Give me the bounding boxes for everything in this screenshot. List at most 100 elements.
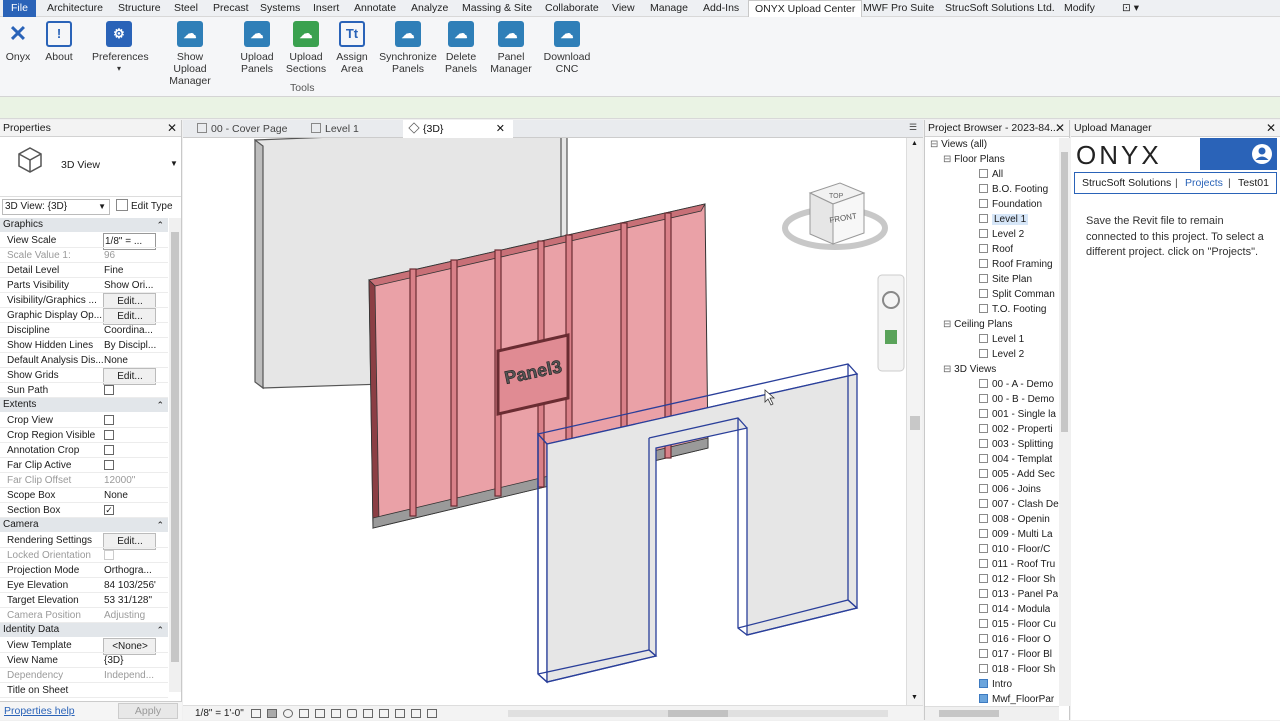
properties-scrollbar[interactable] bbox=[169, 218, 181, 692]
browser-item[interactable]: ⊟ Views (all) bbox=[930, 137, 987, 152]
scrollbar-thumb[interactable] bbox=[668, 710, 728, 717]
browser-item[interactable]: 007 - Clash De bbox=[979, 497, 1059, 512]
property-row[interactable]: Projection Mode Orthogra... bbox=[0, 563, 168, 578]
property-row[interactable]: Scope Box None bbox=[0, 488, 168, 503]
browser-item[interactable]: All bbox=[979, 167, 1003, 182]
projects-link[interactable]: Projects bbox=[1185, 173, 1223, 193]
section-header-graphics[interactable]: Graphics ⌃ bbox=[0, 218, 168, 232]
temporary-view-icon[interactable] bbox=[395, 709, 405, 718]
delete-panels-button[interactable]: ☁ Delete Panels bbox=[441, 21, 481, 75]
property-row[interactable]: Scale Value 1: 96 bbox=[0, 248, 168, 263]
collapse-icon[interactable]: ⌃ bbox=[156, 518, 164, 532]
section-header-extents[interactable]: Extents ⌃ bbox=[0, 398, 168, 412]
checkbox[interactable] bbox=[104, 415, 114, 425]
property-value[interactable]: {3D} bbox=[103, 653, 156, 668]
ribbon-tab-manage[interactable]: Manage bbox=[650, 0, 688, 17]
tab-cover-page[interactable]: 00 - Cover Page bbox=[191, 120, 309, 138]
sun-path-icon[interactable] bbox=[283, 709, 293, 718]
horizontal-scrollbar[interactable] bbox=[508, 710, 888, 717]
browser-item[interactable]: 016 - Floor O bbox=[979, 632, 1051, 647]
ribbon-tab-steel[interactable]: Steel bbox=[174, 0, 198, 17]
shadows-icon[interactable] bbox=[299, 709, 309, 718]
upload-sections-button[interactable]: ☁ Upload Sections bbox=[285, 21, 327, 75]
browser-item[interactable]: B.O. Footing bbox=[979, 182, 1048, 197]
visual-style-icon[interactable] bbox=[267, 709, 277, 718]
property-row[interactable]: Sun Path bbox=[0, 383, 168, 398]
synchronize-panels-button[interactable]: ☁ Synchronize Panels bbox=[378, 21, 438, 75]
section-header-identity-data[interactable]: Identity Data ⌃ bbox=[0, 623, 168, 637]
scroll-up-icon[interactable]: ▲ bbox=[911, 140, 918, 147]
checkbox[interactable] bbox=[104, 460, 114, 470]
collapse-icon[interactable]: ⊟ bbox=[943, 154, 954, 165]
property-value[interactable]: 53 31/128" bbox=[103, 593, 156, 608]
browser-item[interactable]: ⊟ 3D Views bbox=[943, 362, 996, 377]
3d-viewport[interactable]: Panel3 TOP FRONT bbox=[183, 127, 906, 706]
browser-item[interactable]: 010 - Floor/C bbox=[979, 542, 1050, 557]
property-row[interactable]: Parts Visibility Show Ori... bbox=[0, 278, 168, 293]
lock-view-icon[interactable] bbox=[347, 709, 357, 718]
browser-item[interactable]: Site Plan bbox=[979, 272, 1032, 287]
browser-item[interactable]: 00 - B - Demo bbox=[979, 392, 1054, 407]
ribbon-tab-mwf-pro-suite[interactable]: MWF Pro Suite bbox=[863, 0, 934, 17]
navigation-bar[interactable] bbox=[877, 274, 905, 372]
checkbox[interactable]: ✓ bbox=[104, 505, 114, 515]
property-row[interactable]: Detail Level Fine bbox=[0, 263, 168, 278]
property-row[interactable]: View Template <None> bbox=[0, 638, 168, 655]
property-row[interactable]: Locked Orientation bbox=[0, 548, 168, 563]
property-row[interactable]: Crop View bbox=[0, 413, 168, 428]
property-row[interactable]: Show Grids Edit... bbox=[0, 368, 168, 385]
analytical-model-icon[interactable] bbox=[411, 709, 421, 718]
close-icon[interactable]: ✕ bbox=[167, 121, 177, 135]
browser-item[interactable]: 012 - Floor Sh bbox=[979, 572, 1055, 587]
browser-item[interactable]: 018 - Floor Sh bbox=[979, 662, 1055, 677]
checkbox[interactable] bbox=[104, 430, 114, 440]
property-row[interactable]: Default Analysis Dis... None bbox=[0, 353, 168, 368]
reveal-hidden-icon[interactable] bbox=[379, 709, 389, 718]
property-value[interactable]: By Discipl... bbox=[103, 338, 156, 353]
viewcube[interactable]: TOP FRONT bbox=[782, 182, 888, 250]
tab-menu-icon[interactable]: ☰ bbox=[909, 122, 917, 133]
assign-area-button[interactable]: Tt Assign Area bbox=[334, 21, 370, 75]
property-value[interactable]: Fine bbox=[103, 263, 156, 278]
property-row[interactable]: Annotation Crop bbox=[0, 443, 168, 458]
browser-item[interactable]: Level 2 bbox=[979, 227, 1024, 242]
browser-item[interactable]: 009 - Multi La bbox=[979, 527, 1053, 542]
viewport-scrollbar[interactable]: ▲ ▼ bbox=[906, 138, 922, 706]
about-button[interactable]: ! About bbox=[42, 21, 76, 63]
property-row[interactable]: Dependency Independ... bbox=[0, 668, 168, 683]
ribbon-tab-file[interactable]: File bbox=[3, 0, 36, 17]
highlight-displacement-icon[interactable] bbox=[427, 709, 437, 718]
hide-isolate-icon[interactable] bbox=[363, 709, 373, 718]
property-row[interactable]: Discipline Coordina... bbox=[0, 323, 168, 338]
browser-hscrollbar[interactable] bbox=[925, 706, 1059, 720]
close-icon[interactable]: ✕ bbox=[1266, 121, 1276, 135]
ribbon-overflow-icon[interactable]: ⊡ ▾ bbox=[1122, 0, 1139, 17]
browser-item[interactable]: 006 - Joins bbox=[979, 482, 1041, 497]
browser-item[interactable]: 013 - Panel Pa bbox=[979, 587, 1058, 602]
browser-item[interactable]: Mwf_FloorPar bbox=[979, 692, 1054, 707]
property-row[interactable]: Target Elevation 53 31/128" bbox=[0, 593, 168, 608]
property-value[interactable]: None bbox=[103, 488, 156, 503]
collapse-icon[interactable]: ⌃ bbox=[156, 398, 164, 412]
ribbon-tab-collaborate[interactable]: Collaborate bbox=[545, 0, 599, 17]
upload-panels-button[interactable]: ☁ Upload Panels bbox=[238, 21, 276, 75]
ribbon-tab-add-ins[interactable]: Add-Ins bbox=[703, 0, 739, 17]
property-row[interactable]: Graphic Display Op... Edit... bbox=[0, 308, 168, 325]
property-value[interactable]: Show Ori... bbox=[103, 278, 156, 293]
property-row[interactable]: View Name {3D} bbox=[0, 653, 168, 668]
crop-view-icon[interactable] bbox=[315, 709, 325, 718]
ribbon-tab-onyx-upload-center[interactable]: ONYX Upload Center bbox=[748, 0, 863, 17]
browser-scrollbar[interactable] bbox=[1059, 138, 1070, 706]
instance-selector[interactable]: 3D View: {3D} ▼ bbox=[2, 199, 110, 215]
chevron-down-icon[interactable]: ▼ bbox=[170, 159, 178, 168]
ribbon-tab-view[interactable]: View bbox=[612, 0, 635, 17]
project-name[interactable]: Test01 bbox=[1238, 173, 1269, 193]
user-account-icon[interactable] bbox=[1251, 143, 1273, 165]
zoom-icon[interactable] bbox=[885, 330, 897, 344]
property-value[interactable]: None bbox=[103, 353, 156, 368]
view-scale[interactable]: 1/8" = 1'-0" bbox=[195, 706, 244, 721]
section-header-camera[interactable]: Camera ⌃ bbox=[0, 518, 168, 532]
close-icon[interactable]: ✕ bbox=[1055, 121, 1065, 135]
collapse-icon[interactable]: ⊟ bbox=[943, 319, 954, 330]
ribbon-tab-annotate[interactable]: Annotate bbox=[354, 0, 396, 17]
